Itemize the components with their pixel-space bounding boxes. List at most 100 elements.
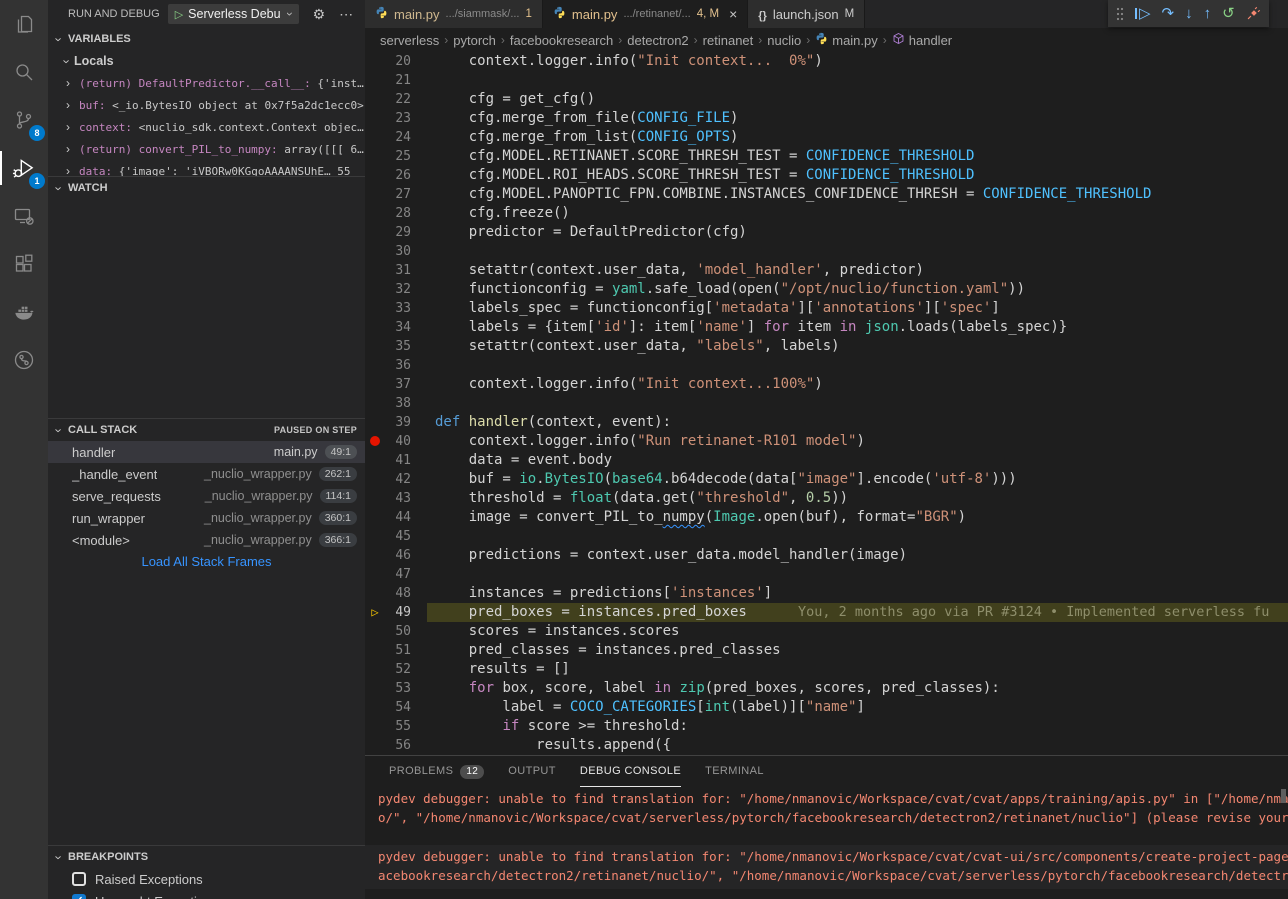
- code-line[interactable]: 31 setattr(context.user_data, 'model_han…: [365, 261, 1288, 280]
- watch-header[interactable]: › WATCH: [48, 177, 365, 199]
- panel-tab-problems[interactable]: PROBLEMS12: [389, 756, 484, 787]
- breadcrumb-item-serverless[interactable]: serverless: [380, 33, 439, 48]
- variables-header[interactable]: › VARIABLES: [48, 28, 365, 50]
- gutter-breakpoint-area[interactable]: [365, 394, 385, 413]
- gutter-breakpoint-area[interactable]: [365, 356, 385, 375]
- breakpoint-option-row[interactable]: Raised Exceptions: [48, 868, 365, 890]
- gutter-breakpoint-area[interactable]: [365, 318, 385, 337]
- remote-explorer-icon[interactable]: [0, 192, 48, 240]
- chevron-right-icon[interactable]: ›: [66, 120, 79, 134]
- tab-main.py[interactable]: main.py.../retinanet/...4, M×: [543, 0, 748, 28]
- close-icon[interactable]: ×: [729, 6, 737, 22]
- code-line[interactable]: 50 scores = instances.scores: [365, 622, 1288, 641]
- code-line[interactable]: 27 cfg.MODEL.PANOPTIC_FPN.COMBINE.INSTAN…: [365, 185, 1288, 204]
- stack-frame-row[interactable]: _handle_event_nuclio_wrapper.py262:1: [48, 463, 365, 485]
- stack-frame-row[interactable]: handlermain.py49:1: [48, 441, 365, 463]
- stack-frame-row[interactable]: run_wrapper_nuclio_wrapper.py360:1: [48, 507, 365, 529]
- gutter-breakpoint-area[interactable]: [365, 166, 385, 185]
- step-into-icon[interactable]: ↓: [1185, 6, 1193, 21]
- code-line[interactable]: 24 cfg.merge_from_list(CONFIG_OPTS): [365, 128, 1288, 147]
- variable-row[interactable]: ›buf: <_io.BytesIO object at 0x7f5a2dc1e…: [48, 94, 365, 116]
- source-control-icon[interactable]: 8: [0, 96, 48, 144]
- breakpoint-option-row[interactable]: ✓Uncaught Exceptions: [48, 890, 365, 899]
- gutter-breakpoint-area[interactable]: [365, 204, 385, 223]
- gutter-breakpoint-area[interactable]: [365, 679, 385, 698]
- gutter-breakpoint-area[interactable]: [365, 280, 385, 299]
- code-line[interactable]: 47: [365, 565, 1288, 584]
- gutter-breakpoint-area[interactable]: [365, 508, 385, 527]
- current-frame-icon[interactable]: ▷: [365, 603, 385, 622]
- gutter-breakpoint-area[interactable]: [365, 451, 385, 470]
- code-line[interactable]: 45: [365, 527, 1288, 546]
- docker-icon[interactable]: [0, 288, 48, 336]
- continue-icon[interactable]: ▷: [1135, 6, 1151, 21]
- gutter-breakpoint-area[interactable]: [365, 128, 385, 147]
- checkbox-unchecked-icon[interactable]: [72, 872, 86, 886]
- breadcrumb-item-detectron2[interactable]: detectron2: [627, 33, 688, 48]
- gutter-breakpoint-area[interactable]: [365, 223, 385, 242]
- start-debug-icon[interactable]: ▷: [175, 8, 183, 21]
- breadcrumb-item-retinanet[interactable]: retinanet: [703, 33, 754, 48]
- code-line[interactable]: 42 buf = io.BytesIO(base64.b64decode(dat…: [365, 470, 1288, 489]
- breadcrumb-item-handler[interactable]: handler: [892, 32, 952, 48]
- gutter-breakpoint-area[interactable]: [365, 470, 385, 489]
- breadcrumb-item-facebookresearch[interactable]: facebookresearch: [510, 33, 613, 48]
- step-over-icon[interactable]: ↷: [1162, 6, 1175, 21]
- code-line[interactable]: 48 instances = predictions['instances']: [365, 584, 1288, 603]
- gutter-breakpoint-area[interactable]: [365, 698, 385, 717]
- restart-icon[interactable]: ↺: [1222, 6, 1235, 21]
- code-line[interactable]: 22 cfg = get_cfg(): [365, 90, 1288, 109]
- gutter-breakpoint-area[interactable]: [365, 717, 385, 736]
- search-icon[interactable]: [0, 48, 48, 96]
- disconnect-icon[interactable]: [1246, 6, 1261, 21]
- code-line[interactable]: 43 threshold = float(data.get("threshold…: [365, 489, 1288, 508]
- gutter-breakpoint-area[interactable]: [365, 527, 385, 546]
- gutter-breakpoint-area[interactable]: [365, 736, 385, 755]
- gutter-breakpoint-area[interactable]: [365, 337, 385, 356]
- gutter-breakpoint-area[interactable]: [365, 546, 385, 565]
- code-line[interactable]: 21: [365, 71, 1288, 90]
- code-line[interactable]: 54 label = COCO_CATEGORIES[int(label)]["…: [365, 698, 1288, 717]
- variable-row[interactable]: ›(return) DefaultPredictor.__call__: {'i…: [48, 72, 365, 94]
- toolbar-grip-icon[interactable]: [1116, 7, 1124, 21]
- gutter-breakpoint-area[interactable]: [365, 147, 385, 166]
- gutter-breakpoint-area[interactable]: [365, 52, 385, 71]
- code-line[interactable]: 25 cfg.MODEL.RETINANET.SCORE_THRESH_TEST…: [365, 147, 1288, 166]
- call-stack-header[interactable]: › CALL STACK PAUSED ON STEP: [48, 419, 365, 441]
- code-line[interactable]: 28 cfg.freeze(): [365, 204, 1288, 223]
- run-and-debug-icon[interactable]: 1: [0, 144, 48, 192]
- code-line[interactable]: 23 cfg.merge_from_file(CONFIG_FILE): [365, 109, 1288, 128]
- chevron-right-icon[interactable]: ›: [66, 142, 79, 156]
- gutter-breakpoint-area[interactable]: [365, 584, 385, 603]
- tab-launch.json[interactable]: {}launch.jsonM: [748, 0, 865, 28]
- breadcrumb-item-nuclio[interactable]: nuclio: [767, 33, 801, 48]
- gutter-breakpoint-area[interactable]: [365, 565, 385, 584]
- panel-scrollbar[interactable]: [1281, 789, 1286, 803]
- code-line[interactable]: 30: [365, 242, 1288, 261]
- code-line[interactable]: 33 labels_spec = functionconfig['metadat…: [365, 299, 1288, 318]
- variable-row[interactable]: ›context: <nuclio_sdk.context.Context ob…: [48, 116, 365, 138]
- gutter-breakpoint-area[interactable]: [365, 71, 385, 90]
- chevron-right-icon[interactable]: ›: [66, 76, 79, 90]
- gutter-breakpoint-area[interactable]: [365, 375, 385, 394]
- stack-frame-row[interactable]: <module>_nuclio_wrapper.py366:1: [48, 529, 365, 551]
- variable-row[interactable]: ›(return) convert_PIL_to_numpy: array([[…: [48, 138, 365, 160]
- gutter-breakpoint-area[interactable]: [365, 489, 385, 508]
- breakpoints-header[interactable]: › BREAKPOINTS: [48, 846, 365, 868]
- panel-tab-terminal[interactable]: TERMINAL: [705, 756, 764, 787]
- scope-locals[interactable]: › Locals: [48, 50, 365, 72]
- code-line[interactable]: 52 results = []: [365, 660, 1288, 679]
- git-graph-icon[interactable]: [0, 336, 48, 384]
- code-line[interactable]: 55 if score >= threshold:: [365, 717, 1288, 736]
- checkbox-checked-icon[interactable]: ✓: [72, 894, 86, 899]
- code-line[interactable]: 39def handler(context, event):: [365, 413, 1288, 432]
- code-line[interactable]: 40 context.logger.info("Run retinanet-R1…: [365, 432, 1288, 451]
- gutter-breakpoint-area[interactable]: [365, 641, 385, 660]
- gutter-breakpoint-area[interactable]: [365, 185, 385, 204]
- gear-icon[interactable]: ⚙: [313, 6, 326, 23]
- code-editor[interactable]: 20 context.logger.info("Init context... …: [365, 52, 1288, 755]
- gutter-breakpoint-area[interactable]: [365, 413, 385, 432]
- code-line[interactable]: 44 image = convert_PIL_to_numpy(Image.op…: [365, 508, 1288, 527]
- step-out-icon[interactable]: ↑: [1204, 6, 1212, 21]
- code-line[interactable]: 53 for box, score, label in zip(pred_box…: [365, 679, 1288, 698]
